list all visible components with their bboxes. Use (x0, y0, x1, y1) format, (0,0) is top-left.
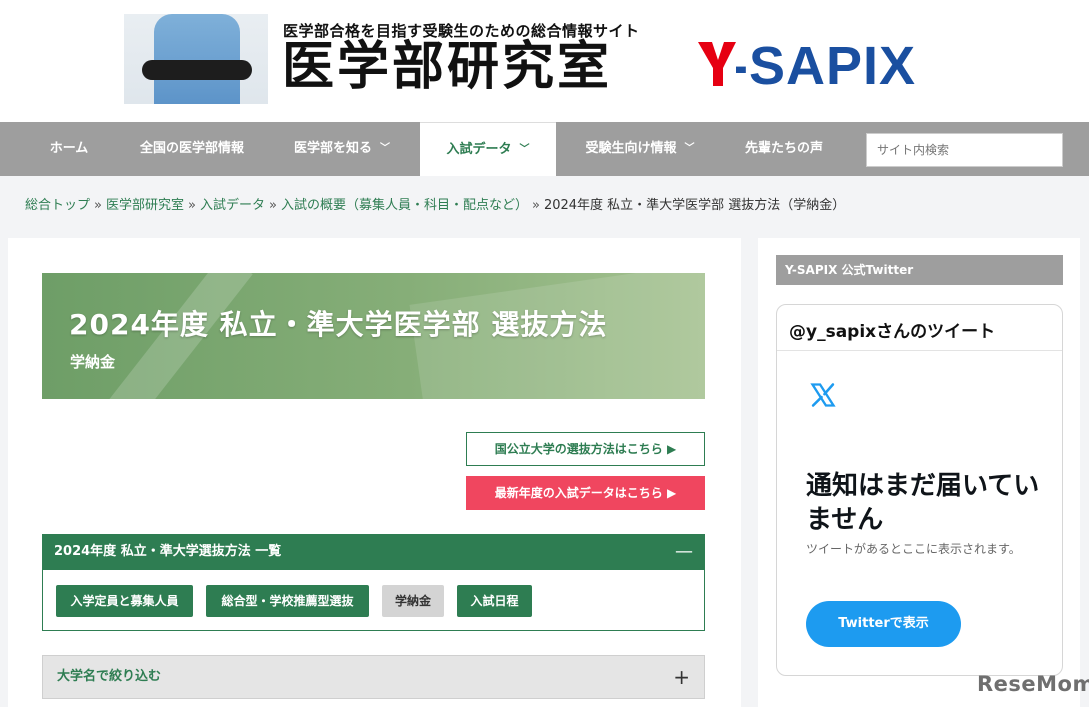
page-banner: 2024年度 私立・準大学医学部 選抜方法 学納金 (42, 273, 705, 399)
nav-schools[interactable]: 全国の医学部情報 (124, 122, 260, 176)
breadcrumb-separator: » (94, 198, 102, 213)
site-header: 医学部合格を目指す受験生のための総合情報サイト 医学部研究室 Y-SAPIX (0, 0, 1089, 122)
timeline-title[interactable]: @y_sapixさんのツイート (789, 317, 995, 342)
timeline-empty-message: 通知はまだ届いていません (806, 471, 1040, 535)
chip-enrollment-capacity[interactable]: 入学定員と募集人員 (56, 585, 193, 617)
nav-home-label: ホーム (49, 141, 89, 156)
y-sapix-logo[interactable]: Y-SAPIX (696, 36, 966, 92)
header-photo (124, 14, 268, 104)
latest-exam-data-button[interactable]: 最新年度の入試データはこちら ▶ (466, 476, 705, 510)
nav-schools-label: 全国の医学部情報 (139, 141, 244, 156)
breadcrumb-link-exam-data[interactable]: 入試データ (200, 198, 265, 213)
timeline-divider (777, 350, 1062, 351)
university-filter-toggle[interactable]: 大学名で絞り込む + (42, 655, 705, 699)
page-title: 2024年度 私立・準大学医学部 選抜方法 (69, 308, 608, 341)
selection-list-header[interactable]: 2024年度 私立・準大学選抜方法 一覧 — (42, 534, 705, 570)
header-photo-arms (142, 60, 252, 80)
nav-about[interactable]: 医学部を知る ﹀ (280, 122, 404, 176)
collapse-icon[interactable]: — (675, 534, 693, 570)
breadcrumb-separator: » (268, 198, 277, 213)
page-subtitle: 学納金 (70, 353, 116, 371)
nav-about-label: 医学部を知る (293, 141, 372, 156)
breadcrumb-link-top[interactable]: 総合トップ (25, 198, 90, 213)
chip-exam-schedule[interactable]: 入試日程 (457, 585, 532, 617)
university-filter-label: 大学名で絞り込む (57, 669, 162, 684)
breadcrumb-current: 2024年度 私立・準大学医学部 選抜方法（学納金） (543, 198, 846, 213)
nav-student-info-label: 受験生向け情報 (585, 141, 677, 156)
breadcrumb-link-lab[interactable]: 医学部研究室 (106, 198, 184, 213)
breadcrumb-separator: » (531, 198, 540, 213)
nav-seniors-label: 先輩たちの声 (744, 141, 823, 156)
breadcrumb-link-overview[interactable]: 入試の概要（募集人員・科目・配点など） (281, 198, 528, 213)
chevron-down-icon: ﹀ (380, 143, 390, 154)
nav-exam-data[interactable]: 入試データ ﹀ (420, 122, 556, 176)
site-search-input[interactable] (866, 133, 1063, 167)
expand-icon: + (673, 665, 690, 689)
breadcrumb-separator: » (188, 198, 196, 213)
chevron-down-icon: ﹀ (519, 144, 530, 155)
nav-home[interactable]: ホーム (28, 122, 110, 176)
chip-tuition[interactable]: 学納金 (382, 585, 444, 617)
chevron-down-icon: ﹀ (684, 143, 695, 154)
chip-comprehensive-recommendation[interactable]: 総合型・学校推薦型選抜 (206, 585, 369, 617)
sidebar-heading: Y-SAPIX 公式Twitter (776, 255, 1063, 285)
nav-student-info[interactable]: 受験生向け情報 ﹀ (572, 122, 708, 176)
view-on-twitter-button[interactable]: Twitterで表示 (806, 601, 961, 647)
header-photo-doctor (154, 14, 240, 104)
site-title[interactable]: 医学部研究室 (282, 38, 612, 96)
nav-exam-data-label: 入試データ (446, 142, 512, 157)
resemom-watermark: ReseMom (977, 672, 1089, 696)
twitter-timeline-widget: @y_sapixさんのツイート 通知はまだ届いていません ツイートがあるとここに… (776, 304, 1063, 676)
nav-seniors[interactable]: 先輩たちの声 (728, 122, 840, 176)
national-universities-button[interactable]: 国公立大学の選抜方法はこちら ▶ (466, 432, 705, 466)
selection-list-title: 2024年度 私立・準大学選抜方法 一覧 (54, 544, 282, 559)
selection-list-body: 入学定員と募集人員 総合型・学校推薦型選抜 学納金 入試日程 (42, 570, 705, 631)
global-nav: ホーム 全国の医学部情報 医学部を知る ﹀ 入試データ ﹀ 受験生向け情報 ﹀ 先輩た… (0, 122, 1089, 176)
timeline-empty-note: ツイートがあるとここに表示されます。 (806, 542, 1021, 556)
breadcrumb: 総合トップ» 医学部研究室» 入試データ» 入試の概要（募集人員・科目・配点など）» 2… (0, 176, 1089, 236)
x-logo-icon[interactable] (809, 381, 837, 409)
